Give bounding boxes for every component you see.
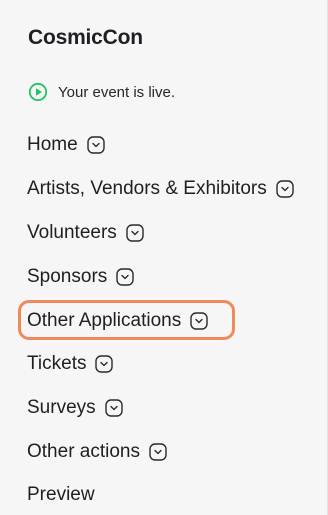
sidebar: CosmicCon Your event is live. Home Artis… <box>0 0 328 515</box>
event-status: Your event is live. <box>28 82 175 102</box>
chevron-down-icon[interactable] <box>190 312 208 330</box>
sidebar-item-surveys[interactable]: Surveys <box>27 394 123 422</box>
chevron-down-icon[interactable] <box>149 443 167 461</box>
sidebar-item-home[interactable]: Home <box>27 131 105 159</box>
sidebar-item-other-applications[interactable]: Other Applications <box>27 307 208 335</box>
sidebar-item-label: Surveys <box>27 397 96 418</box>
sidebar-item-label: Sponsors <box>27 266 108 287</box>
chevron-down-icon[interactable] <box>95 355 114 373</box>
sidebar-item-label: Home <box>27 134 78 155</box>
chevron-down-icon[interactable] <box>276 180 294 198</box>
sidebar-item-sponsors[interactable]: Sponsors <box>27 263 134 291</box>
sidebar-item-label: Tickets <box>27 353 87 374</box>
sidebar-item-label: Other Applications <box>27 310 182 331</box>
chevron-down-icon[interactable] <box>86 136 105 154</box>
sidebar-item-label: Preview <box>27 484 95 505</box>
chevron-down-icon[interactable] <box>104 399 123 417</box>
sidebar-item-label: Other actions <box>27 441 140 462</box>
sidebar-item-label: Volunteers <box>27 222 117 243</box>
chevron-down-icon[interactable] <box>126 224 144 242</box>
sidebar-item-other-actions[interactable]: Other actions <box>27 438 167 466</box>
event-status-text: Your event is live. <box>58 83 176 101</box>
sidebar-item-label: Artists, Vendors & Exhibitors <box>27 178 267 199</box>
sidebar-item-tickets[interactable]: Tickets <box>27 350 114 378</box>
sidebar-item-volunteers[interactable]: Volunteers <box>27 219 144 247</box>
play-circle-icon <box>28 82 48 102</box>
sidebar-item-artists-vendors-exhibitors[interactable]: Artists, Vendors & Exhibitors <box>27 175 294 203</box>
chevron-down-icon[interactable] <box>116 268 134 286</box>
app-title: CosmicCon <box>28 26 143 49</box>
sidebar-item-preview[interactable]: Preview <box>27 481 95 509</box>
